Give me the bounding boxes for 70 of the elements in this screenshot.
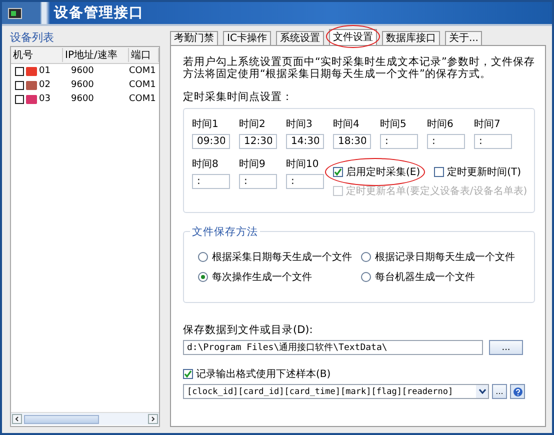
time-label: 时间8 <box>192 158 220 171</box>
scrollbar[interactable] <box>11 412 159 425</box>
checkbox-label: 启用定时采集(E) <box>346 166 420 179</box>
checkbox-label: 定时更新时间(T) <box>447 166 522 179</box>
time-label: 时间7 <box>474 118 502 131</box>
checkbox[interactable] <box>15 80 24 90</box>
table-cell: 02 <box>39 80 50 90</box>
tab[interactable]: 考勤门禁 <box>170 31 218 45</box>
dropdown-icon <box>478 389 486 394</box>
path-field[interactable]: d:\Program Files\通用接口软件\TextData\ <box>183 340 483 355</box>
tab[interactable]: 数据库接口 <box>382 31 440 45</box>
group-label: 设备列表 <box>10 30 55 45</box>
time-label: 时间2 <box>239 118 266 131</box>
table-cell: 01 <box>39 66 50 76</box>
notice-text: 若用户勾上系统设置页面中“实时采集时生成文本记录”参数时，文件保存方法将固定使用“根据采集日期每天生成一个文件”的保存方式。 <box>183 56 535 80</box>
time-field[interactable]: 18:30 <box>333 134 371 149</box>
checkbox[interactable] <box>15 94 24 104</box>
time-field[interactable]: : <box>239 174 277 189</box>
radio-button[interactable] <box>361 272 371 282</box>
checkbox-label: 记录输出格式使用下述样本(B) <box>196 368 331 381</box>
radio-label: 根据采集日期每天生成一个文件 <box>212 250 352 264</box>
browse-button[interactable]: ... <box>492 384 507 399</box>
table-cell-text: COM1 <box>129 66 157 76</box>
column-header[interactable]: IP地址/速率 <box>63 48 129 62</box>
table-cell-text: 9600 <box>70 94 95 104</box>
checkbox[interactable] <box>434 167 444 177</box>
browse-button[interactable]: ... <box>489 340 523 355</box>
checkbox[interactable] <box>183 369 193 379</box>
format-combo[interactable]: [clock_id][card_id][card_time][mark][flag][readerno] <box>183 384 489 399</box>
time-label: 时间4 <box>333 118 360 131</box>
radio-button[interactable] <box>361 252 371 262</box>
section-label: 定时采集时间点设置： <box>183 90 294 104</box>
time-field[interactable]: : <box>286 174 324 189</box>
time-label: 时间9 <box>239 158 266 171</box>
time-field[interactable]: : <box>474 134 512 149</box>
checkbox[interactable] <box>333 167 343 177</box>
table-cell-text: COM1 <box>129 94 157 104</box>
tab[interactable]: 系统设置 <box>276 31 324 45</box>
time-field[interactable]: 12:30 <box>239 134 277 149</box>
time-label: 时间10 <box>286 158 320 171</box>
checkbox[interactable] <box>15 66 24 76</box>
help-icon <box>512 386 522 396</box>
time-label: 时间3 <box>286 118 314 131</box>
table-cell: 03 <box>39 94 50 104</box>
table-cell-text: COM1 <box>129 80 157 90</box>
app-icon <box>8 8 22 18</box>
group-label: 文件保存方法 <box>190 225 260 239</box>
time-label: 时间1 <box>192 118 220 131</box>
time-field[interactable]: : <box>427 134 465 149</box>
table-cell-text: 9600 <box>70 66 95 76</box>
time-field[interactable]: : <box>380 134 418 149</box>
help-button[interactable] <box>510 384 525 399</box>
table-cell-text: 9600 <box>70 80 95 90</box>
time-field[interactable]: : <box>192 174 230 189</box>
tab[interactable]: IC卡操作 <box>223 31 271 45</box>
column-header[interactable]: 端口 <box>129 48 159 62</box>
window-title: 设备管理接口 <box>54 4 144 22</box>
radio-label: 根据记录日期每天生成一个文件 <box>375 250 515 264</box>
radio-button[interactable] <box>198 252 208 262</box>
radio-label: 每次操作生成一个文件 <box>212 270 312 284</box>
time-field[interactable]: 14:30 <box>286 134 324 149</box>
field-label: 保存数据到文件或目录(D): <box>183 323 314 337</box>
time-label: 时间6 <box>427 118 454 131</box>
time-field[interactable]: 09:30 <box>192 134 230 149</box>
time-label: 时间5 <box>380 118 408 131</box>
radio-button[interactable] <box>198 272 208 282</box>
tab[interactable]: 关于... <box>444 31 482 45</box>
column-header[interactable]: 机号 <box>11 48 63 62</box>
checkbox-label: 定时更新名单(要定义设备表/设备名单表) <box>346 184 528 198</box>
radio-label: 每台机器生成一个文件 <box>375 270 475 284</box>
